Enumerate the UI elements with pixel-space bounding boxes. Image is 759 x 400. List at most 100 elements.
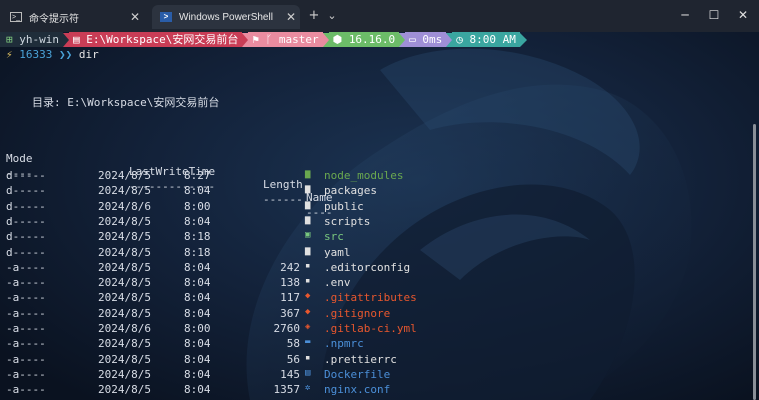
- row-name: .npmrc: [324, 337, 364, 351]
- close-tab-icon[interactable]: ✕: [126, 10, 144, 24]
- row-time: 8:00: [184, 322, 211, 335]
- prompt-pid: 16333: [19, 48, 53, 61]
- row-date: 2024/8/5: [98, 276, 151, 290]
- row-length: 56: [286, 352, 300, 366]
- folder-open-icon: ▤: [73, 33, 80, 46]
- row-mode: d-----: [6, 184, 46, 198]
- row-date: 2024/8/6: [98, 322, 151, 335]
- tab-label: Windows PowerShell: [179, 11, 273, 23]
- prompt-path: E:\Workspace\安网交易前台: [86, 33, 239, 46]
- file-icon: ▪: [305, 260, 311, 271]
- row-mode: -a----: [6, 352, 46, 366]
- lightning-icon: ⚡: [6, 48, 13, 61]
- row-time: 8:00: [184, 199, 211, 213]
- prompt-line: ⊞ yh-win ▤ E:\Workspace\安网交易前台 ⚑ ᚴ maste…: [0, 32, 759, 47]
- row-date: 2024/8/5: [98, 291, 151, 305]
- row-time: 8:04: [184, 306, 211, 320]
- row-name: nginx.conf: [324, 383, 391, 397]
- row-length: 1357: [273, 383, 301, 397]
- row-length: 58: [286, 337, 300, 351]
- row-length: 138: [280, 276, 300, 290]
- scrollbar[interactable]: [749, 32, 759, 400]
- table-row: -a---- 2024/8/5 8:04 56 ▪ .prettierrc: [0, 353, 759, 368]
- prompt-time-segment: ◷ 8:00 AM: [452, 32, 520, 47]
- docker-icon: ▤: [305, 367, 311, 378]
- table-row: d----- 2024/8/6 8:00 ▆ public: [0, 200, 759, 215]
- table-row: -a---- 2024/8/5 8:04 1357 ✲ nginx.conf: [0, 383, 759, 398]
- row-time: 8:18: [184, 245, 211, 259]
- table-row: -a---- 2024/8/5 8:04 58 ▬ .npmrc: [0, 337, 759, 352]
- row-mode: d-----: [6, 169, 46, 182]
- row-name: .gitattributes: [324, 291, 417, 305]
- row-name: yaml: [324, 245, 351, 259]
- row-name: .editorconfig: [324, 260, 411, 274]
- row-mode: -a----: [6, 276, 46, 290]
- folder-icon: ▆: [305, 199, 311, 210]
- row-date: 2024/8/5: [98, 260, 151, 274]
- row-name: public: [324, 199, 364, 213]
- file-icon: ▪: [305, 352, 311, 363]
- maximize-button[interactable]: ☐: [701, 4, 727, 26]
- table-header-underline: ---- ------------- ------ ----: [0, 154, 759, 219]
- row-name: packages: [324, 184, 377, 198]
- tab-label: 命令提示符: [29, 13, 79, 25]
- new-tab-button[interactable]: +: [306, 6, 322, 26]
- row-mode: -a----: [6, 367, 46, 381]
- prompt-user: yh-win: [19, 33, 59, 46]
- command-text: dir: [78, 48, 99, 61]
- table-row: -a---- 2024/8/5 8:04 145 ▤ Dockerfile: [0, 368, 759, 383]
- row-date: 2024/8/5: [98, 184, 151, 198]
- file-icon: ▪: [305, 276, 311, 287]
- gitlab-icon: ⚑: [252, 33, 259, 46]
- row-date: 2024/8/5: [98, 169, 151, 182]
- row-mode: -a----: [6, 260, 46, 274]
- scrollbar-thumb[interactable]: [753, 124, 756, 400]
- row-time: 8:04: [184, 214, 211, 228]
- row-date: 2024/8/5: [98, 383, 151, 397]
- table-row: d----- 2024/8/5 8:04 ▆ packages: [0, 184, 759, 199]
- table-row: d----- 2024/8/5 8:18 ▣ src: [0, 230, 759, 245]
- table-row: d----- 2024/8/5 8:04 ▆ scripts: [0, 215, 759, 230]
- prompt-duration-segment: ▭ 0ms: [405, 32, 447, 47]
- table-row: -a---- 2024/8/6 8:00 2760 ◈ .gitlab-ci.yml: [0, 322, 759, 337]
- row-date: 2024/8/5: [98, 245, 151, 259]
- tab-command-prompt[interactable]: >_ 命令提示符 ✕: [2, 5, 144, 29]
- row-length: 2760: [273, 322, 301, 335]
- row-time: 8:04: [184, 184, 211, 198]
- title-bar: >_ 命令提示符 ✕ > Windows PowerShell ✕ + ⌄ ─ …: [0, 0, 759, 32]
- table-row: d----- 2024/8/5 8:27 ▆ node_modules: [0, 169, 759, 184]
- close-window-button[interactable]: ✕: [730, 4, 756, 26]
- row-time: 8:04: [184, 367, 211, 381]
- prompt-chevrons: ❯❯: [59, 48, 73, 61]
- row-name: src: [324, 230, 344, 244]
- row-date: 2024/8/5: [98, 214, 151, 228]
- tab-powershell[interactable]: > Windows PowerShell ✕: [152, 5, 300, 29]
- clock-icon: ◷: [456, 33, 463, 46]
- folder-green-icon: ▆: [305, 169, 311, 179]
- folder-icon: ▆: [305, 245, 311, 256]
- input-line[interactable]: ⚡ 16333 ❯❯ dir: [6, 48, 99, 61]
- table-row: -a---- 2024/8/5 8:04 138 ▪ .env: [0, 276, 759, 291]
- row-time: 8:27: [184, 169, 211, 182]
- tab-dropdown-button[interactable]: ⌄: [324, 6, 340, 26]
- row-date: 2024/8/5: [98, 337, 151, 351]
- close-tab-icon[interactable]: ✕: [282, 10, 300, 24]
- minimize-button[interactable]: ─: [672, 4, 698, 26]
- row-date: 2024/8/5: [98, 230, 151, 244]
- timer-icon: ▭: [409, 33, 416, 46]
- row-time: 8:04: [184, 337, 211, 351]
- row-mode: -a----: [6, 306, 46, 320]
- prompt-user-segment: ⊞ yh-win: [0, 32, 63, 47]
- prompt-node-segment: ⬢ 16.16.0: [328, 32, 400, 47]
- directory-line: 目录: E:\Workspace\安网交易前台: [32, 96, 220, 109]
- branch-icon: ᚴ: [265, 33, 273, 46]
- row-mode: d-----: [6, 230, 46, 244]
- row-name: .env: [324, 276, 351, 290]
- folder-icon: ▆: [305, 214, 311, 225]
- row-time: 8:18: [184, 230, 211, 244]
- row-mode: -a----: [6, 291, 46, 305]
- row-length: 367: [280, 306, 300, 320]
- nodejs-icon: ⬢: [332, 33, 343, 46]
- row-length: 242: [280, 260, 300, 274]
- row-name: .gitignore: [324, 306, 391, 320]
